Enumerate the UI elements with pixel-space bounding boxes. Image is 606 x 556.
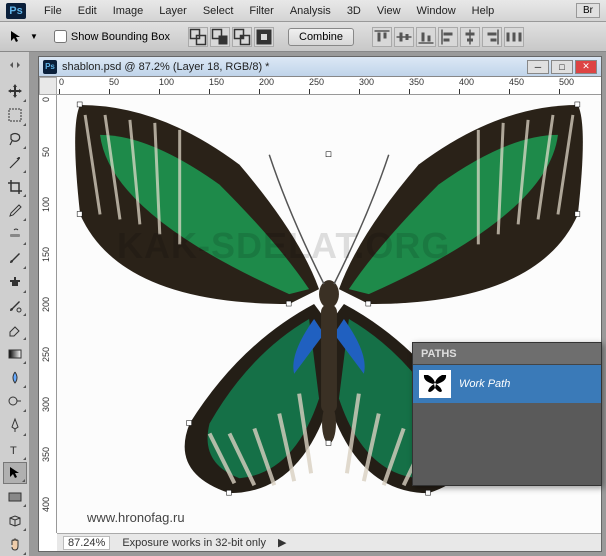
align-bottom-icon[interactable] (416, 27, 436, 47)
eyedropper-tool[interactable] (3, 199, 27, 222)
photoshop-logo-icon: Ps (6, 3, 26, 19)
status-bar: 87.24% Exposure works in 32-bit only ▶ (57, 533, 601, 551)
pen-tool[interactable] (3, 414, 27, 437)
brush-tool[interactable] (3, 247, 27, 270)
menu-bar: Ps File Edit Image Layer Select Filter A… (0, 0, 606, 22)
menu-3d[interactable]: 3D (339, 3, 369, 19)
align-vcenter-icon[interactable] (394, 27, 414, 47)
menu-filter[interactable]: Filter (241, 3, 281, 19)
horizontal-ruler[interactable]: 0 50 100 150 200 250 300 350 400 450 500 (57, 77, 601, 95)
window-close-button[interactable]: ✕ (575, 60, 597, 74)
blur-tool[interactable] (3, 366, 27, 389)
marquee-tool[interactable] (3, 104, 27, 127)
watermark-text: KAK-SDELAT.ORG (117, 225, 450, 267)
path-selection-tool-icon[interactable] (8, 29, 24, 45)
zoom-level[interactable]: 87.24% (63, 536, 110, 550)
options-bar: ▼ Show Bounding Box Combine (0, 22, 606, 52)
magic-wand-tool[interactable] (3, 151, 27, 174)
eraser-tool[interactable] (3, 318, 27, 341)
distribute-h-icon[interactable] (504, 27, 524, 47)
align-top-icon[interactable] (372, 27, 392, 47)
move-tool[interactable] (3, 80, 27, 103)
crop-tool[interactable] (3, 175, 27, 198)
paths-panel-header[interactable]: PATHS (413, 343, 601, 365)
align-left-icon[interactable] (438, 27, 458, 47)
show-bounding-box-option[interactable]: Show Bounding Box (54, 30, 170, 43)
collapse-arrows-icon[interactable] (3, 56, 27, 79)
pathop-add-icon[interactable] (188, 27, 208, 47)
path-thumbnail (419, 370, 451, 398)
paths-panel[interactable]: PATHS Work Path (412, 342, 602, 486)
menu-image[interactable]: Image (105, 3, 152, 19)
menu-edit[interactable]: Edit (70, 3, 105, 19)
type-tool[interactable]: T (3, 438, 27, 461)
document-title: shablon.psd @ 87.2% (Layer 18, RGB/8) * (62, 61, 527, 73)
document-titlebar[interactable]: Ps shablon.psd @ 87.2% (Layer 18, RGB/8)… (39, 57, 601, 77)
window-maximize-button[interactable]: □ (551, 60, 573, 74)
pathop-subtract-icon[interactable] (210, 27, 230, 47)
pathop-intersect-icon[interactable] (232, 27, 252, 47)
ruler-corner (39, 77, 57, 95)
menu-view[interactable]: View (369, 3, 409, 19)
clone-stamp-tool[interactable] (3, 271, 27, 294)
status-info: Exposure works in 32-bit only (122, 537, 266, 549)
tools-panel: T (0, 52, 30, 556)
pathop-exclude-icon[interactable] (254, 27, 274, 47)
gradient-tool[interactable] (3, 342, 27, 365)
document-ps-icon: Ps (43, 60, 57, 74)
menu-file[interactable]: File (36, 3, 70, 19)
align-right-icon[interactable] (482, 27, 502, 47)
combine-button[interactable]: Combine (288, 28, 354, 46)
dodge-tool[interactable] (3, 390, 27, 413)
show-bounding-box-label: Show Bounding Box (71, 31, 170, 43)
show-bounding-box-checkbox[interactable] (54, 30, 67, 43)
healing-brush-tool[interactable] (3, 223, 27, 246)
menu-help[interactable]: Help (464, 3, 503, 19)
bridge-button[interactable]: Br (576, 3, 600, 18)
status-arrow-icon[interactable]: ▶ (278, 536, 286, 549)
vertical-ruler[interactable]: 0 50 100 150 200 250 300 350 400 (39, 95, 57, 533)
lasso-tool[interactable] (3, 128, 27, 151)
menu-window[interactable]: Window (409, 3, 464, 19)
paths-panel-title: PATHS (421, 348, 457, 360)
align-hcenter-icon[interactable] (460, 27, 480, 47)
path-selection-tool[interactable] (3, 462, 27, 485)
document-area: Ps shablon.psd @ 87.2% (Layer 18, RGB/8)… (30, 52, 606, 556)
menu-select[interactable]: Select (195, 3, 242, 19)
url-text: www.hronofag.ru (87, 510, 185, 525)
path-item[interactable]: Work Path (413, 365, 601, 403)
rectangle-tool[interactable] (3, 485, 27, 508)
menu-layer[interactable]: Layer (151, 3, 195, 19)
dropdown-arrow-icon[interactable]: ▼ (30, 32, 38, 41)
svg-text:T: T (10, 445, 17, 457)
paths-panel-body: Work Path (413, 365, 601, 485)
menu-analysis[interactable]: Analysis (282, 3, 339, 19)
path-item-label: Work Path (459, 378, 510, 390)
hand-tool[interactable] (3, 533, 27, 556)
history-brush-tool[interactable] (3, 295, 27, 318)
3d-tool[interactable] (3, 509, 27, 532)
window-minimize-button[interactable]: ─ (527, 60, 549, 74)
